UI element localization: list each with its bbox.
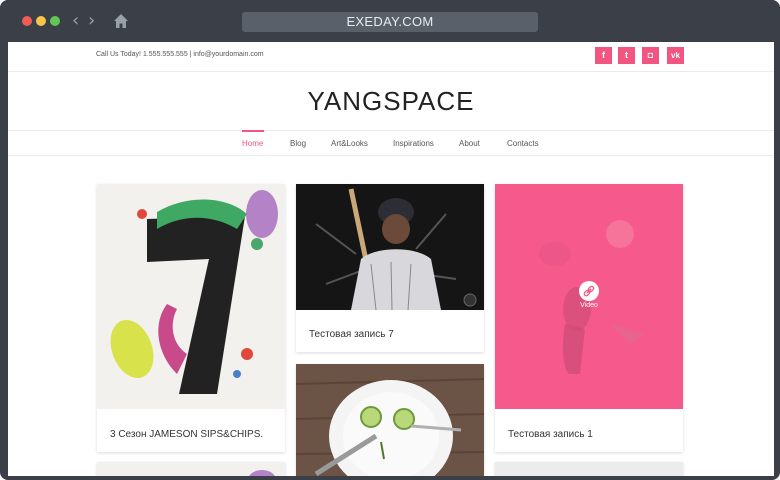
post-thumbnail[interactable]	[495, 462, 683, 476]
menu-item-art-looks[interactable]: Art&Looks	[331, 139, 368, 148]
post-card[interactable]: Тестовая запись 7	[296, 184, 484, 352]
maximize-window-button[interactable]	[50, 16, 60, 26]
post-card[interactable]	[495, 462, 683, 476]
facebook-icon[interactable]: f	[595, 47, 612, 64]
browser-toolbar: ‹ › EXEDAY.COM	[0, 0, 780, 42]
post-title[interactable]: 3 Сезон JAMESON SIPS&CHIPS.	[110, 429, 263, 440]
post-thumbnail[interactable]	[296, 364, 484, 476]
post-card[interactable]: Video Тестовая запись 1	[495, 184, 683, 452]
post-thumbnail[interactable]	[296, 184, 484, 310]
address-bar[interactable]: EXEDAY.COM	[242, 12, 538, 32]
post-thumbnail[interactable]	[97, 462, 285, 476]
browser-window: ‹ › EXEDAY.COM Call Us Today! 1.555.555.…	[0, 0, 780, 480]
main-menu: Home Blog Art&Looks Inspirations About C…	[8, 130, 774, 156]
active-menu-indicator	[242, 130, 264, 132]
post-card[interactable]	[97, 462, 285, 476]
twitter-icon[interactable]: t	[618, 47, 635, 64]
menu-item-home[interactable]: Home	[242, 139, 263, 148]
close-window-button[interactable]	[22, 16, 32, 26]
post-title[interactable]: Тестовая запись 7	[309, 329, 394, 340]
instagram-icon[interactable]: ◘	[642, 47, 659, 64]
contact-info: Call Us Today! 1.555.555.555 | info@your…	[96, 51, 264, 58]
menu-item-blog[interactable]: Blog	[290, 139, 306, 148]
top-bar: Call Us Today! 1.555.555.555 | info@your…	[8, 42, 774, 72]
back-icon[interactable]: ‹	[72, 10, 79, 32]
forward-icon[interactable]: ›	[88, 10, 95, 32]
site-logo[interactable]: YANGSPACE	[8, 86, 774, 117]
video-badge[interactable]	[579, 281, 599, 301]
web-page: Call Us Today! 1.555.555.555 | info@your…	[8, 42, 774, 476]
post-card[interactable]: 3 Сезон JAMESON SIPS&CHIPS.	[97, 184, 285, 452]
menu-item-inspirations[interactable]: Inspirations	[393, 139, 434, 148]
home-icon[interactable]	[112, 12, 130, 30]
menu-item-about[interactable]: About	[459, 139, 480, 148]
post-card[interactable]	[296, 364, 484, 476]
video-label: Video	[580, 302, 598, 309]
link-icon	[583, 285, 595, 297]
post-thumbnail[interactable]: Video	[495, 184, 683, 409]
post-thumbnail[interactable]	[97, 184, 285, 409]
post-title[interactable]: Тестовая запись 1	[508, 429, 593, 440]
minimize-window-button[interactable]	[36, 16, 46, 26]
vk-icon[interactable]: vk	[667, 47, 684, 64]
menu-item-contacts[interactable]: Contacts	[507, 139, 539, 148]
